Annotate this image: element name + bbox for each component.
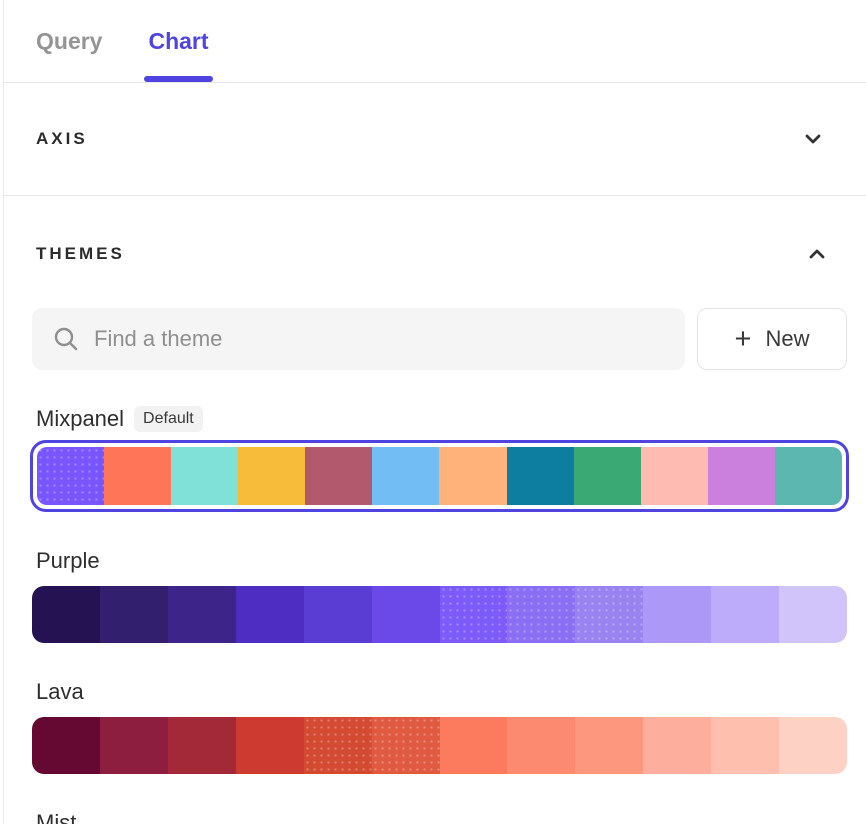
swatch <box>711 717 779 774</box>
swatch <box>575 717 643 774</box>
swatch <box>440 717 508 774</box>
theme-row-mist: Mist <box>32 808 847 824</box>
swatch <box>779 717 847 774</box>
swatch <box>372 447 439 505</box>
palette-strip <box>32 586 847 643</box>
swatch <box>507 586 575 643</box>
theme-title-row: Mixpanel Default <box>36 404 847 434</box>
swatch <box>779 586 847 643</box>
theme-name: Lava <box>36 677 84 707</box>
new-theme-button-label: New <box>765 326 809 352</box>
swatch <box>643 717 711 774</box>
theme-title-row: Lava <box>36 677 847 707</box>
chart-settings-panel: Query Chart AXIS THEMES + New <box>3 0 866 824</box>
swatch <box>171 447 238 505</box>
theme-row-mixpanel: Mixpanel Default <box>32 404 847 512</box>
swatch <box>100 717 168 774</box>
themes-list: Mixpanel Default Purple Lava Mist <box>32 404 847 824</box>
swatch <box>37 447 104 505</box>
theme-row-purple: Purple <box>32 546 847 643</box>
swatch <box>641 447 708 505</box>
default-badge: Default <box>134 406 203 432</box>
swatch <box>575 586 643 643</box>
theme-search-row: + New <box>32 308 847 370</box>
theme-name: Mixpanel <box>36 404 124 434</box>
axis-section-header[interactable]: AXIS <box>4 83 866 196</box>
swatch <box>643 586 711 643</box>
tab-query[interactable]: Query <box>36 0 102 82</box>
chevron-down-icon[interactable] <box>801 127 825 151</box>
search-input[interactable] <box>94 326 667 352</box>
tab-bar: Query Chart <box>4 0 866 83</box>
swatch <box>236 586 304 643</box>
swatch <box>168 717 236 774</box>
search-icon <box>52 325 80 353</box>
palette-strip <box>32 717 847 774</box>
palette-strip <box>37 447 842 505</box>
themes-section: THEMES + New MixpanelDefaultPurpleLavaMi… <box>4 196 866 824</box>
theme-palette-mixpanel[interactable] <box>30 440 849 512</box>
themes-section-title: THEMES <box>36 244 125 264</box>
themes-section-header[interactable]: THEMES <box>36 242 847 266</box>
swatch <box>304 586 372 643</box>
swatch <box>32 586 100 643</box>
theme-palette-lava[interactable] <box>32 717 847 774</box>
theme-name: Purple <box>36 546 100 576</box>
swatch <box>507 717 575 774</box>
swatch <box>236 717 304 774</box>
swatch <box>238 447 305 505</box>
swatch <box>104 447 171 505</box>
theme-row-lava: Lava <box>32 677 847 774</box>
plus-icon: + <box>735 325 752 354</box>
swatch <box>100 586 168 643</box>
theme-palette-purple[interactable] <box>32 586 847 643</box>
swatch <box>305 447 372 505</box>
swatch <box>304 717 372 774</box>
swatch <box>372 586 440 643</box>
theme-search-box[interactable] <box>32 308 685 370</box>
swatch <box>439 447 506 505</box>
swatch <box>708 447 775 505</box>
swatch <box>507 447 574 505</box>
swatch <box>574 447 641 505</box>
swatch <box>372 717 440 774</box>
swatch <box>775 447 842 505</box>
theme-title-row: Mist <box>36 808 847 824</box>
swatch <box>440 586 508 643</box>
swatch <box>32 717 100 774</box>
swatch <box>168 586 236 643</box>
theme-title-row: Purple <box>36 546 847 576</box>
chevron-up-icon[interactable] <box>805 242 829 266</box>
tab-chart[interactable]: Chart <box>148 0 208 82</box>
theme-name: Mist <box>36 808 76 824</box>
new-theme-button[interactable]: + New <box>697 308 847 370</box>
axis-section-title: AXIS <box>36 129 88 149</box>
swatch <box>711 586 779 643</box>
